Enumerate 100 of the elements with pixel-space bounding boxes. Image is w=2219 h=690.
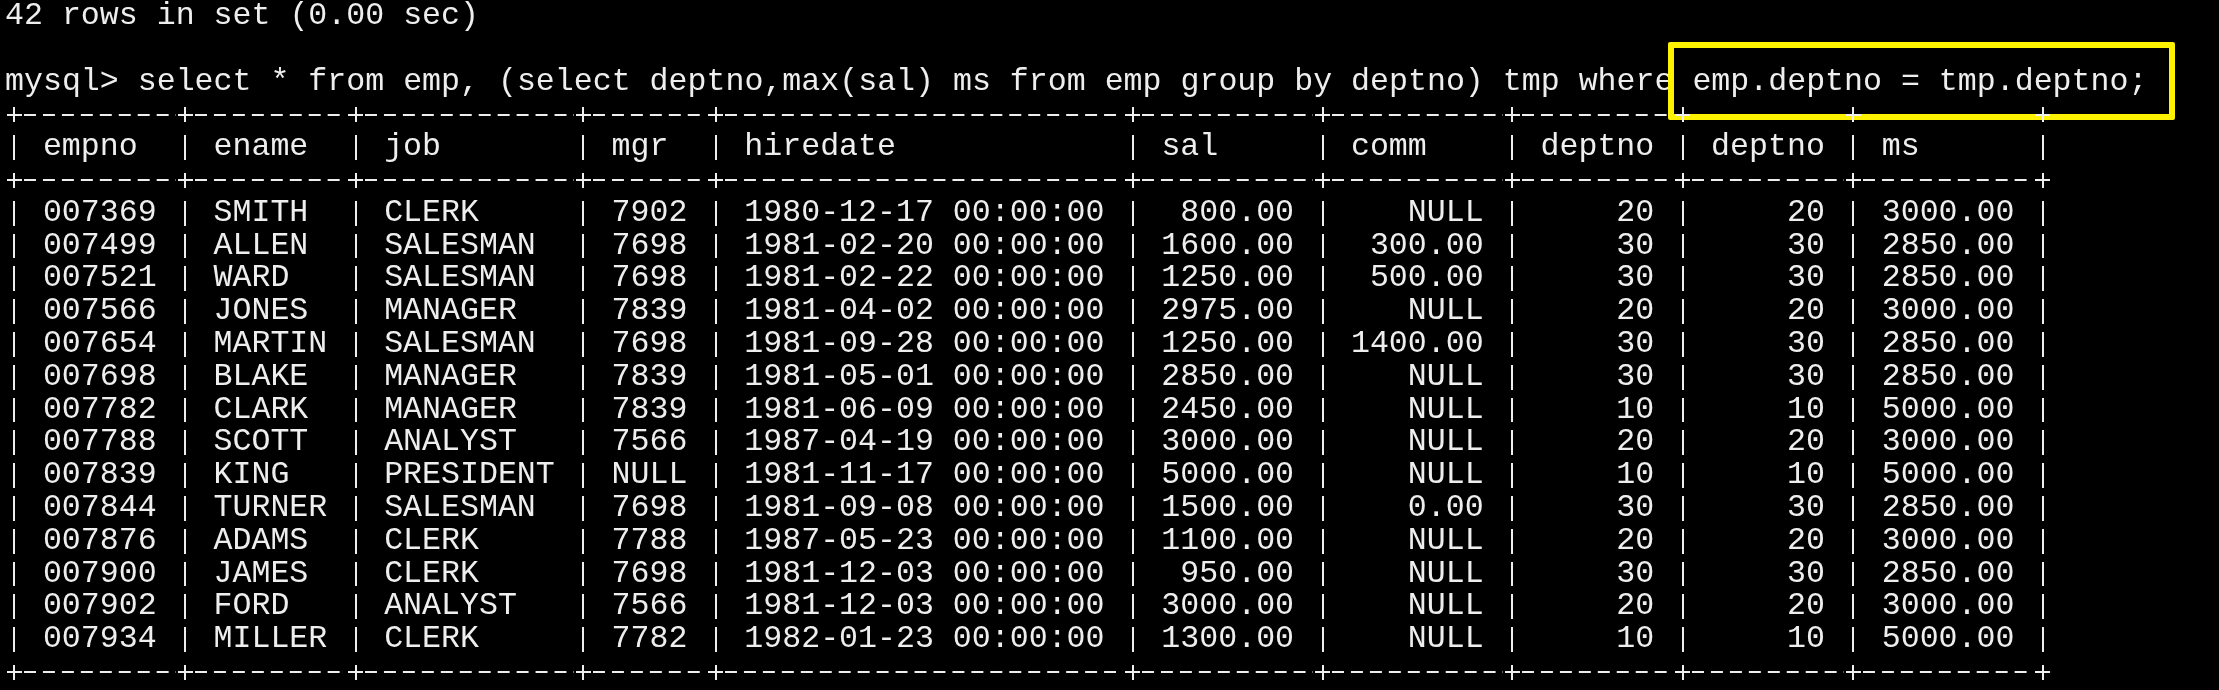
table-cell-text: 3000.00 xyxy=(1160,590,1296,624)
table-cell-text: 007934 xyxy=(41,623,158,656)
table-cell-text: 007876 xyxy=(41,524,158,558)
table-cell-text: PRESIDENT xyxy=(383,459,556,492)
table-cell-text: 20 xyxy=(1615,590,1656,624)
table-cell-text: NULL xyxy=(1406,623,1485,656)
table-cell-text: SMITH xyxy=(212,196,310,230)
table-cell-text: 30 xyxy=(1615,491,1656,525)
column-header: sal xyxy=(1160,131,1220,164)
table-cell-text: NULL xyxy=(1406,393,1485,427)
column-header: ename xyxy=(212,131,310,164)
sql-command: select * from emp, (select deptno,max(sal) ms from emp group by deptno) tmp where xyxy=(137,65,1674,99)
table-cell-text: 7566 xyxy=(610,426,689,460)
table-cell-text: WARD xyxy=(212,262,291,296)
table-cell-text: 30 xyxy=(1615,327,1656,361)
table-cell-text: 30 xyxy=(1785,557,1826,591)
table-cell-text: 10 xyxy=(1615,393,1656,427)
result-summary: 42 rows in set (0.00 sec) xyxy=(5,0,479,33)
table-cell-text: 1981-02-22 00:00:00 xyxy=(743,262,1106,296)
sql-command: emp.deptno = tmp.deptno; xyxy=(1692,65,2148,99)
table-cell-text: NULL xyxy=(1406,426,1485,460)
table-cell-text: 7698 xyxy=(610,327,689,361)
table-cell-text: FORD xyxy=(212,590,291,624)
table-cell-text: 007788 xyxy=(41,426,158,460)
table-cell-text: 007902 xyxy=(41,590,158,624)
table-cell-text: CLARK xyxy=(212,393,310,427)
table-cell-text: NULL xyxy=(1406,196,1485,230)
table-cell-text: 2450.00 xyxy=(1160,393,1296,427)
table-cell-text: NULL xyxy=(610,459,689,492)
table-cell-text: NULL xyxy=(1406,360,1485,394)
table-cell-text: 007782 xyxy=(41,393,158,427)
table-cell-text: 2975.00 xyxy=(1160,295,1296,328)
table-cell-text: 30 xyxy=(1615,360,1656,394)
table-cell-text: SALESMAN xyxy=(383,262,537,296)
table-cell-text: 1500.00 xyxy=(1160,491,1296,525)
table-cell-text: 0.00 xyxy=(1406,491,1485,525)
table-cell-text: 007521 xyxy=(41,262,158,296)
table-cell-text: ADAMS xyxy=(212,524,310,558)
table-cell-text: 2850.00 xyxy=(1880,557,2016,591)
table-cell-text: NULL xyxy=(1406,295,1485,328)
table-cell-text: 1980-12-17 00:00:00 xyxy=(743,196,1106,230)
table-cell-text: 7902 xyxy=(610,196,689,230)
table-cell-text: 7698 xyxy=(610,557,689,591)
column-header: hiredate xyxy=(743,131,897,164)
table-cell-text: 5000.00 xyxy=(1880,393,2016,427)
table-cell-text: 30 xyxy=(1785,491,1826,525)
table-cell-text: 3000.00 xyxy=(1880,295,2016,328)
table-cell-text: MARTIN xyxy=(212,327,329,361)
table-cell-text: SALESMAN xyxy=(383,229,537,263)
table-cell-text: CLERK xyxy=(383,524,480,558)
table-cell-text: 007844 xyxy=(41,491,158,525)
column-header: mgr xyxy=(610,131,670,164)
table-cell-text: 20 xyxy=(1615,426,1656,460)
table-cell-text: NULL xyxy=(1406,557,1485,591)
table-cell-text: 1250.00 xyxy=(1160,327,1296,361)
table-cell-text: 20 xyxy=(1615,196,1656,230)
table-cell-text: CLERK xyxy=(383,623,480,656)
table-cell-text: MILLER xyxy=(212,623,329,656)
table-cell-text: JAMES xyxy=(212,557,310,591)
table-cell-text: 10 xyxy=(1615,459,1656,492)
table-cell-text: 1981-12-03 00:00:00 xyxy=(743,590,1106,624)
table-cell-text: 30 xyxy=(1785,360,1826,394)
table-cell-text: 2850.00 xyxy=(1880,327,2016,361)
table-cell-text: 007369 xyxy=(41,196,158,230)
table-cell-text: ANALYST xyxy=(383,426,518,460)
table-cell-text: 007654 xyxy=(41,327,158,361)
table-cell-text: 7839 xyxy=(610,393,689,427)
table-cell-text: 3000.00 xyxy=(1880,590,2016,624)
table-cell-text: 1981-02-20 00:00:00 xyxy=(743,229,1106,263)
table-cell-text: 30 xyxy=(1615,557,1656,591)
table-cell-text: SALESMAN xyxy=(383,491,537,525)
table-cell-text: 3000.00 xyxy=(1160,426,1296,460)
table-cell-text: MANAGER xyxy=(383,360,518,394)
table-cell-text: 007839 xyxy=(41,459,158,492)
table-cell-text: 5000.00 xyxy=(1880,623,2016,656)
table-cell-text: 7698 xyxy=(610,262,689,296)
table-cell-text: 1981-09-28 00:00:00 xyxy=(743,327,1106,361)
column-header: empno xyxy=(41,131,139,164)
table-cell-text: SCOTT xyxy=(212,426,310,460)
table-cell-text: NULL xyxy=(1406,459,1485,492)
table-cell-text: 30 xyxy=(1615,229,1656,263)
column-header: deptno xyxy=(1539,131,1656,164)
table-cell-text: 007698 xyxy=(41,360,158,394)
table-cell-text: TURNER xyxy=(212,491,329,525)
table-cell-text: NULL xyxy=(1406,590,1485,624)
table-cell-text: 3000.00 xyxy=(1880,426,2016,460)
table-cell-text: 1400.00 xyxy=(1349,327,1485,361)
table-cell-text: 10 xyxy=(1785,459,1826,492)
table-cell-text: CLERK xyxy=(383,557,480,591)
table-cell-text: 007499 xyxy=(41,229,158,263)
table-cell-text: 950.00 xyxy=(1179,557,1296,591)
table-cell-text: 2850.00 xyxy=(1880,491,2016,525)
table-cell-text: 7698 xyxy=(610,491,689,525)
table-cell-text: SALESMAN xyxy=(383,327,537,361)
table-cell-text: 10 xyxy=(1785,623,1826,656)
table-cell-text: 5000.00 xyxy=(1880,459,2016,492)
table-cell-text: 1981-04-02 00:00:00 xyxy=(743,295,1106,328)
table-cell-text: 1981-06-09 00:00:00 xyxy=(743,393,1106,427)
table-cell-text: 20 xyxy=(1785,590,1826,624)
column-header: comm xyxy=(1349,131,1428,164)
